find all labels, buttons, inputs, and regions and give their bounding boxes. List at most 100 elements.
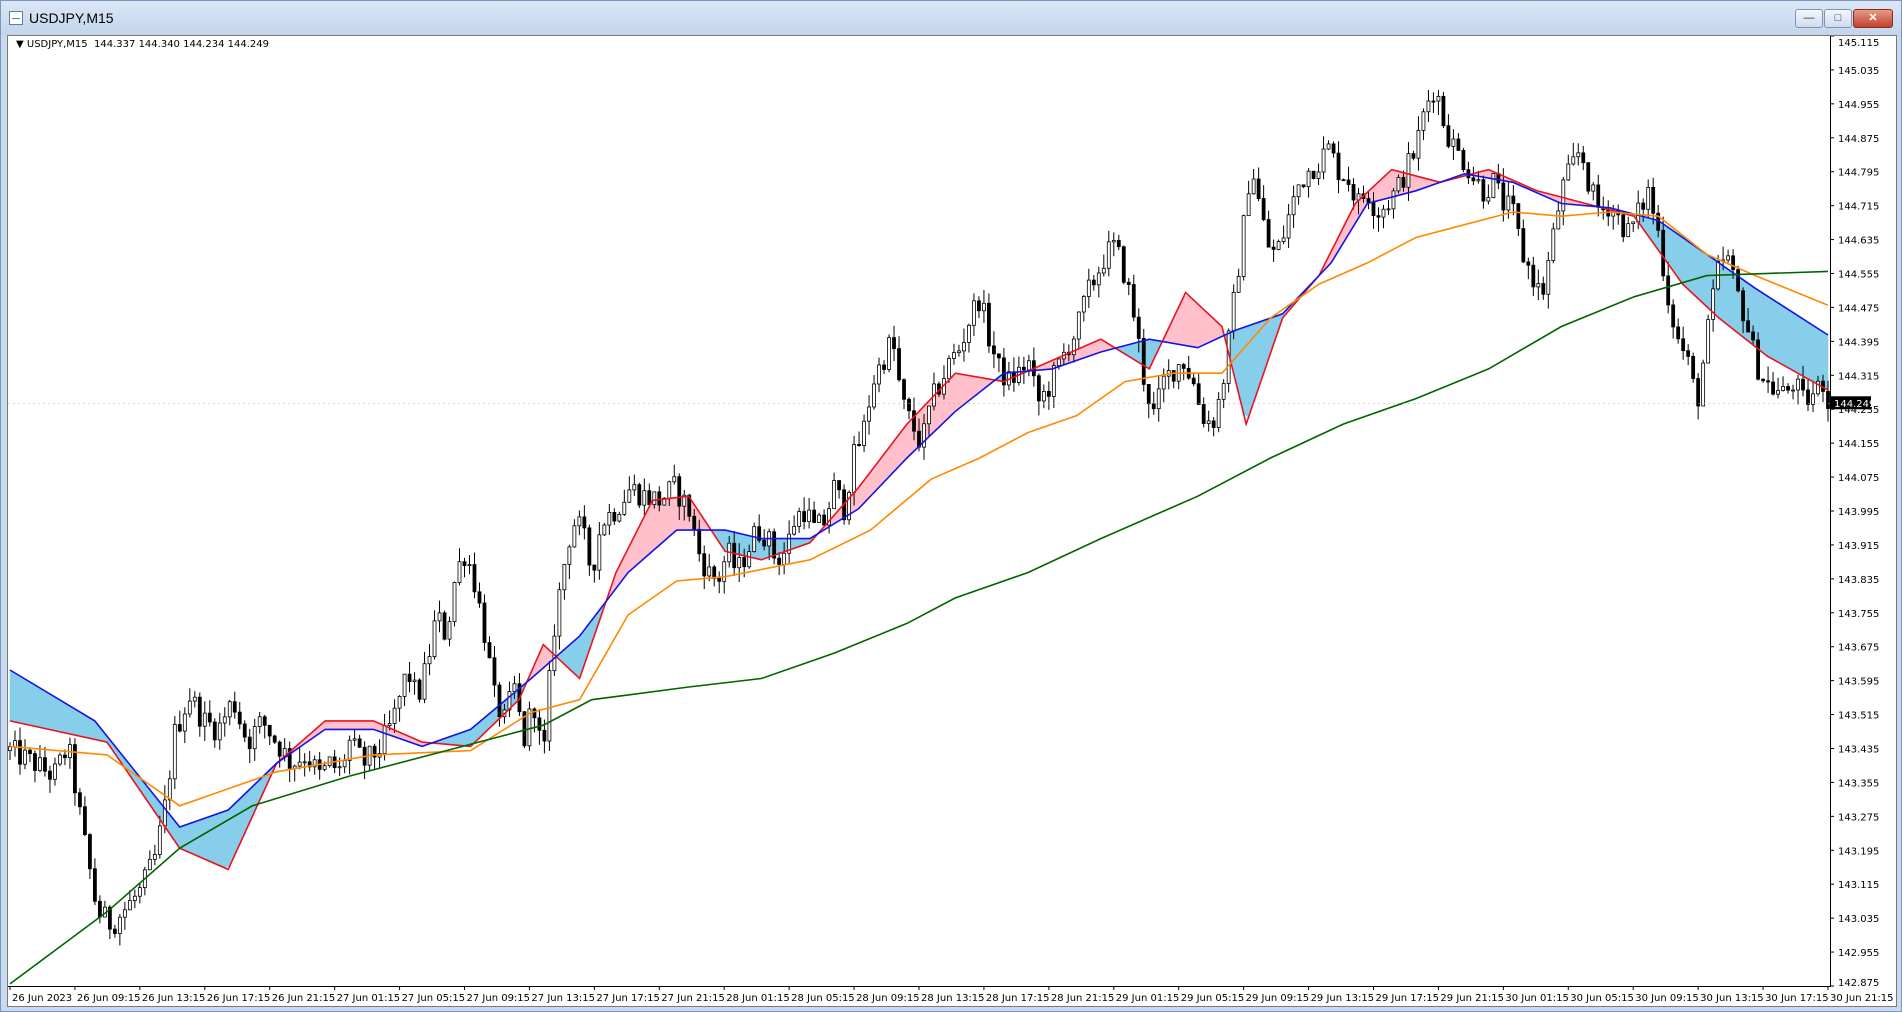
time-tick-label: 28 Jun 01:15 <box>726 993 790 1004</box>
price-tick-label: 143.995 <box>1838 507 1879 518</box>
time-tick-label: 28 Jun 13:15 <box>921 993 985 1004</box>
cloud-bull-segment <box>354 720 360 730</box>
candle-body <box>747 551 752 568</box>
candle-body <box>717 577 722 582</box>
current-price-label: 144.249 <box>1834 399 1875 410</box>
chart-info: ▼ USDJPY,M15 144.337 144.340 144.234 144… <box>16 39 269 50</box>
candle-body <box>607 512 612 526</box>
candle-body <box>497 684 502 718</box>
candle-body <box>1431 100 1436 103</box>
price-tick-label: 144.475 <box>1838 303 1879 314</box>
candle-body <box>272 735 277 743</box>
close-button[interactable]: ✕ <box>1853 9 1893 28</box>
candle-body <box>1096 272 1101 286</box>
candle-body <box>352 738 357 741</box>
cloud-bear-segment <box>19 675 26 725</box>
candle-body <box>712 566 717 579</box>
candle-body <box>302 761 307 764</box>
cloud-bull-segment <box>648 499 655 555</box>
price-tick-label: 144.635 <box>1838 236 1879 247</box>
candle-body <box>1556 210 1561 230</box>
time-tick-label: 27 Jun 05:15 <box>402 993 466 1004</box>
candle-body <box>897 348 901 381</box>
candle-body <box>1706 319 1711 364</box>
cloud-bear-segment <box>1782 305 1789 369</box>
candle-body <box>1051 365 1056 397</box>
candle-body <box>1376 215 1381 218</box>
candle-body <box>397 695 402 709</box>
candle-body <box>167 778 172 801</box>
price-tick-label: 143.595 <box>1838 677 1879 688</box>
candle-body <box>1756 339 1760 380</box>
time-tick-label: 30 Jun 05:15 <box>1570 993 1634 1004</box>
candle-body <box>402 673 407 697</box>
candle-body <box>1266 219 1271 248</box>
maximize-button[interactable]: □ <box>1824 9 1852 28</box>
candle-body <box>1396 177 1401 192</box>
time-tick-label: 26 Jun 17:15 <box>207 993 271 1004</box>
title-bar[interactable]: USDJPY,M15 — □ ✕ <box>1 1 1901 35</box>
candle-body <box>977 300 981 312</box>
candle-body <box>1451 138 1456 147</box>
candle-body <box>627 489 632 503</box>
cloud-bull-segment <box>1183 295 1190 347</box>
candle-body <box>1101 267 1106 274</box>
candle-body <box>1436 95 1441 102</box>
cloud-bear-segment <box>54 696 61 733</box>
cloud-bull-segment <box>364 720 370 730</box>
candle-body <box>477 591 482 604</box>
candle-body <box>637 484 642 506</box>
candle-body <box>1386 208 1391 211</box>
candle-body <box>832 480 836 510</box>
candle-body <box>1091 279 1096 286</box>
candle-body <box>1661 229 1666 277</box>
candle-body <box>1751 331 1755 341</box>
candle-body <box>1741 290 1745 322</box>
cloud-bear-segment <box>1762 292 1769 358</box>
candle-body <box>1561 179 1566 212</box>
candle-body <box>28 749 32 755</box>
candle-body <box>1426 100 1431 113</box>
time-tick-label: 28 Jun 09:15 <box>856 993 920 1004</box>
candle-body <box>902 379 906 400</box>
candle-body <box>1461 149 1466 171</box>
candle-body <box>1761 378 1765 382</box>
candle-body <box>792 525 797 535</box>
cloud-bull-segment <box>1193 299 1199 348</box>
candle-body <box>1581 152 1586 164</box>
candle-body <box>1691 355 1696 379</box>
candle-body <box>1411 153 1416 159</box>
candle-body <box>1781 386 1785 391</box>
minimize-button[interactable]: — <box>1795 9 1823 28</box>
collapse-arrow-icon[interactable]: ▼ <box>16 39 24 50</box>
candle-body <box>1246 193 1251 217</box>
candle-body <box>532 708 537 719</box>
candle-body <box>1046 390 1051 397</box>
cloud-bear-segment <box>1807 321 1814 383</box>
cloud-bear-segment <box>29 681 36 727</box>
candle-body <box>1201 404 1206 424</box>
price-tick-label: 143.035 <box>1838 914 1879 925</box>
chart-area[interactable]: 145.115 145.035 144.955 144.875 144.795 144.7… <box>7 35 1897 1007</box>
candle-body <box>207 712 212 723</box>
candle-body <box>1586 162 1591 192</box>
time-tick-label: 26 Jun 21:15 <box>272 993 336 1004</box>
candle-body <box>1681 338 1686 352</box>
candle-body <box>132 895 137 901</box>
candle-body <box>342 760 347 768</box>
price-chart[interactable]: 145.115 145.035 144.955 144.875 144.795 144.7… <box>8 36 1896 1006</box>
time-tick-label: 28 Jun 05:15 <box>791 993 855 1004</box>
candle-body <box>382 725 387 754</box>
candle-body <box>702 553 707 577</box>
candle-body <box>987 302 991 347</box>
candle-body <box>257 716 262 727</box>
candle-body <box>467 564 472 566</box>
candle-body <box>1506 195 1511 211</box>
candle-body <box>137 887 142 897</box>
candle-body <box>1156 388 1161 410</box>
candle-body <box>672 476 677 483</box>
candle-body <box>1391 190 1396 210</box>
candle-body <box>437 612 442 622</box>
candle-body <box>1676 326 1681 340</box>
time-tick-label: 30 Jun 13:15 <box>1700 993 1764 1004</box>
